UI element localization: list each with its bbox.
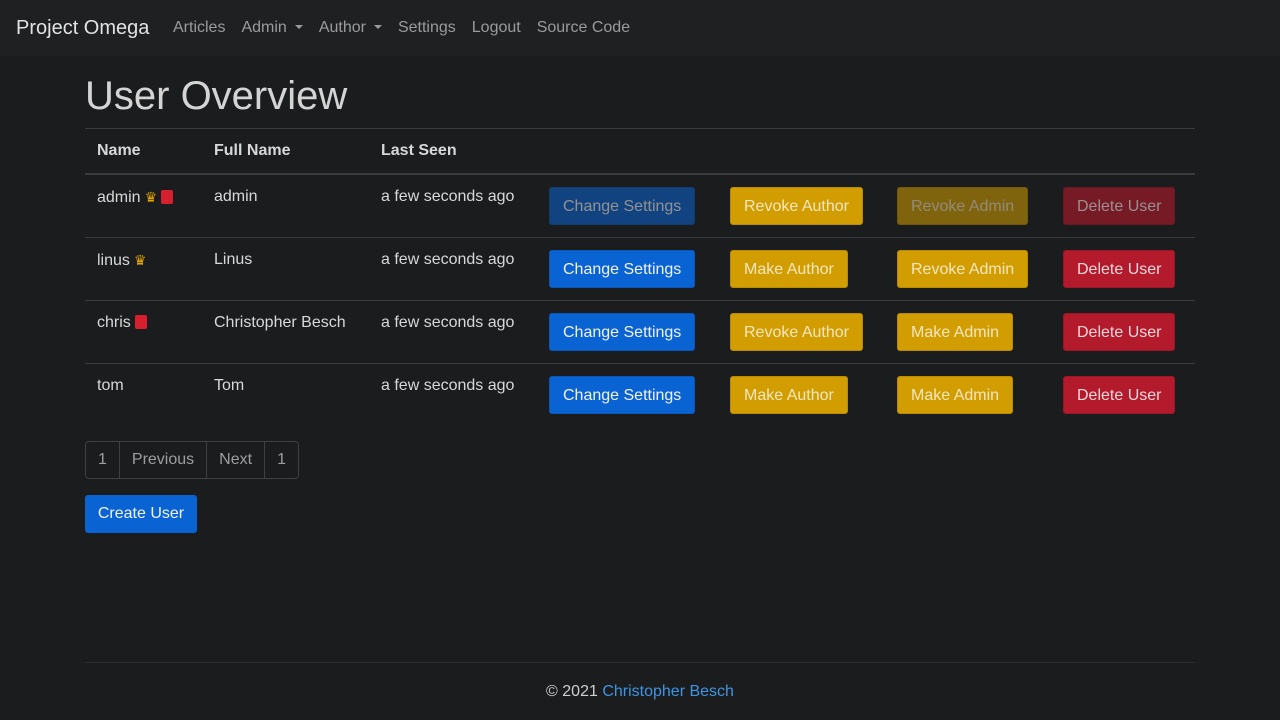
- make-admin-button[interactable]: Make Admin: [897, 312, 1014, 351]
- header-name: Name: [85, 128, 202, 175]
- action-cell: Revoke Admin: [885, 236, 1051, 300]
- book-icon: [134, 314, 147, 329]
- action-cell: Revoke Author: [718, 299, 885, 363]
- table-row: chris Christopher Besch a few seconds ag…: [85, 299, 1195, 363]
- chevron-down-icon: [373, 25, 382, 29]
- page-previous[interactable]: Previous: [120, 442, 208, 478]
- crown-icon: ♛: [144, 189, 158, 205]
- page-next[interactable]: Next: [207, 442, 266, 478]
- action-cell: Change Settings: [537, 362, 718, 426]
- make-author-button[interactable]: Make Author: [730, 375, 848, 414]
- delete-user-button[interactable]: Delete User: [1063, 375, 1176, 414]
- user-name-cell: linus ♛: [85, 236, 202, 300]
- delete-user-button[interactable]: Delete User: [1063, 249, 1176, 288]
- header-empty: [885, 128, 1051, 175]
- change-settings-button[interactable]: Change Settings: [549, 249, 696, 288]
- nav-admin-label: Admin: [241, 19, 287, 36]
- page-first[interactable]: 1: [86, 442, 120, 478]
- user-name-cell: admin ♛: [85, 174, 202, 237]
- nav-logout[interactable]: Logout: [472, 18, 521, 38]
- nav-author-label: Author: [318, 19, 366, 36]
- footer-author-link[interactable]: Christopher Besch: [602, 683, 734, 700]
- page-title: User Overview: [85, 74, 348, 118]
- delete-user-button[interactable]: Delete User: [1063, 187, 1176, 225]
- user-name-cell: chris: [85, 299, 202, 363]
- header-last-seen: Last Seen: [369, 128, 537, 175]
- nav-links: Articles Admin Author Settings Logout So…: [173, 18, 646, 38]
- user-name: linus: [97, 251, 130, 269]
- full-name: Linus: [202, 236, 369, 300]
- header-empty: [1051, 128, 1195, 175]
- nav-admin-dropdown[interactable]: Admin: [241, 18, 303, 38]
- action-cell: Delete User: [1051, 174, 1195, 237]
- full-name: admin: [214, 188, 258, 205]
- user-name: admin: [97, 189, 141, 206]
- header-empty: [537, 128, 718, 175]
- last-seen: a few seconds ago: [369, 362, 537, 426]
- action-cell: Delete User: [1051, 299, 1195, 363]
- action-cell: Revoke Admin: [885, 174, 1051, 237]
- revoke-admin-button[interactable]: Revoke Admin: [897, 249, 1029, 288]
- user-name-cell: tom: [85, 362, 202, 426]
- action-cell: Change Settings: [537, 236, 718, 300]
- table-row: tom Tom a few seconds ago Change Setting…: [85, 362, 1195, 426]
- navbar: Project Omega Articles Admin Author Sett…: [0, 0, 1280, 56]
- action-cell: Make Admin: [885, 362, 1051, 426]
- action-cell: Delete User: [1051, 236, 1195, 300]
- crown-icon: ♛: [133, 251, 147, 268]
- book-icon: [161, 190, 174, 204]
- nav-source-code[interactable]: Source Code: [537, 18, 630, 38]
- change-settings-button[interactable]: Change Settings: [549, 312, 696, 351]
- change-settings-button[interactable]: Change Settings: [549, 187, 696, 225]
- delete-user-button[interactable]: Delete User: [1063, 312, 1176, 351]
- action-cell: Make Admin: [885, 299, 1051, 363]
- pagination: 1 Previous Next 1: [85, 441, 299, 479]
- change-settings-button[interactable]: Change Settings: [549, 375, 696, 414]
- brand-link[interactable]: Project Omega: [16, 16, 149, 40]
- create-user-button[interactable]: Create User: [85, 495, 197, 533]
- revoke-author-button[interactable]: Revoke Author: [730, 187, 863, 225]
- revoke-author-button[interactable]: Revoke Author: [730, 312, 863, 351]
- last-seen: a few seconds ago: [369, 299, 537, 363]
- header-full-name: Full Name: [202, 128, 369, 175]
- full-name: Christopher Besch: [202, 299, 369, 363]
- footer-divider: [85, 662, 1195, 663]
- action-cell: Change Settings: [537, 299, 718, 363]
- footer: © 2021 Christopher Besch: [0, 682, 1280, 702]
- user-name: tom: [97, 376, 124, 394]
- make-admin-button[interactable]: Make Admin: [897, 375, 1014, 414]
- action-cell: Delete User: [1051, 362, 1195, 426]
- nav-settings[interactable]: Settings: [398, 18, 456, 38]
- revoke-admin-button[interactable]: Revoke Admin: [897, 187, 1029, 225]
- last-seen: a few seconds ago: [369, 236, 537, 300]
- make-author-button[interactable]: Make Author: [730, 249, 848, 288]
- user-table: Name Full Name Last Seen admin ♛ admin a …: [85, 128, 1195, 426]
- chevron-down-icon: [294, 25, 303, 29]
- table-row: admin ♛ admin a few seconds ago Change Se…: [85, 174, 1195, 237]
- footer-copyright: © 2021: [546, 683, 598, 700]
- full-name: Tom: [202, 362, 369, 426]
- table-row: linus ♛ Linus a few seconds ago Change Se…: [85, 236, 1195, 300]
- page-last[interactable]: 1: [265, 442, 298, 478]
- action-cell: Change Settings: [537, 174, 718, 237]
- action-cell: Make Author: [718, 236, 885, 300]
- header-empty: [718, 128, 885, 175]
- action-cell: Revoke Author: [718, 174, 885, 237]
- table-header-row: Name Full Name Last Seen: [85, 128, 1195, 175]
- nav-articles[interactable]: Articles: [173, 18, 225, 38]
- action-cell: Make Author: [718, 362, 885, 426]
- nav-author-dropdown[interactable]: Author: [319, 18, 382, 38]
- last-seen: a few seconds ago: [381, 188, 515, 205]
- user-name: chris: [97, 313, 131, 331]
